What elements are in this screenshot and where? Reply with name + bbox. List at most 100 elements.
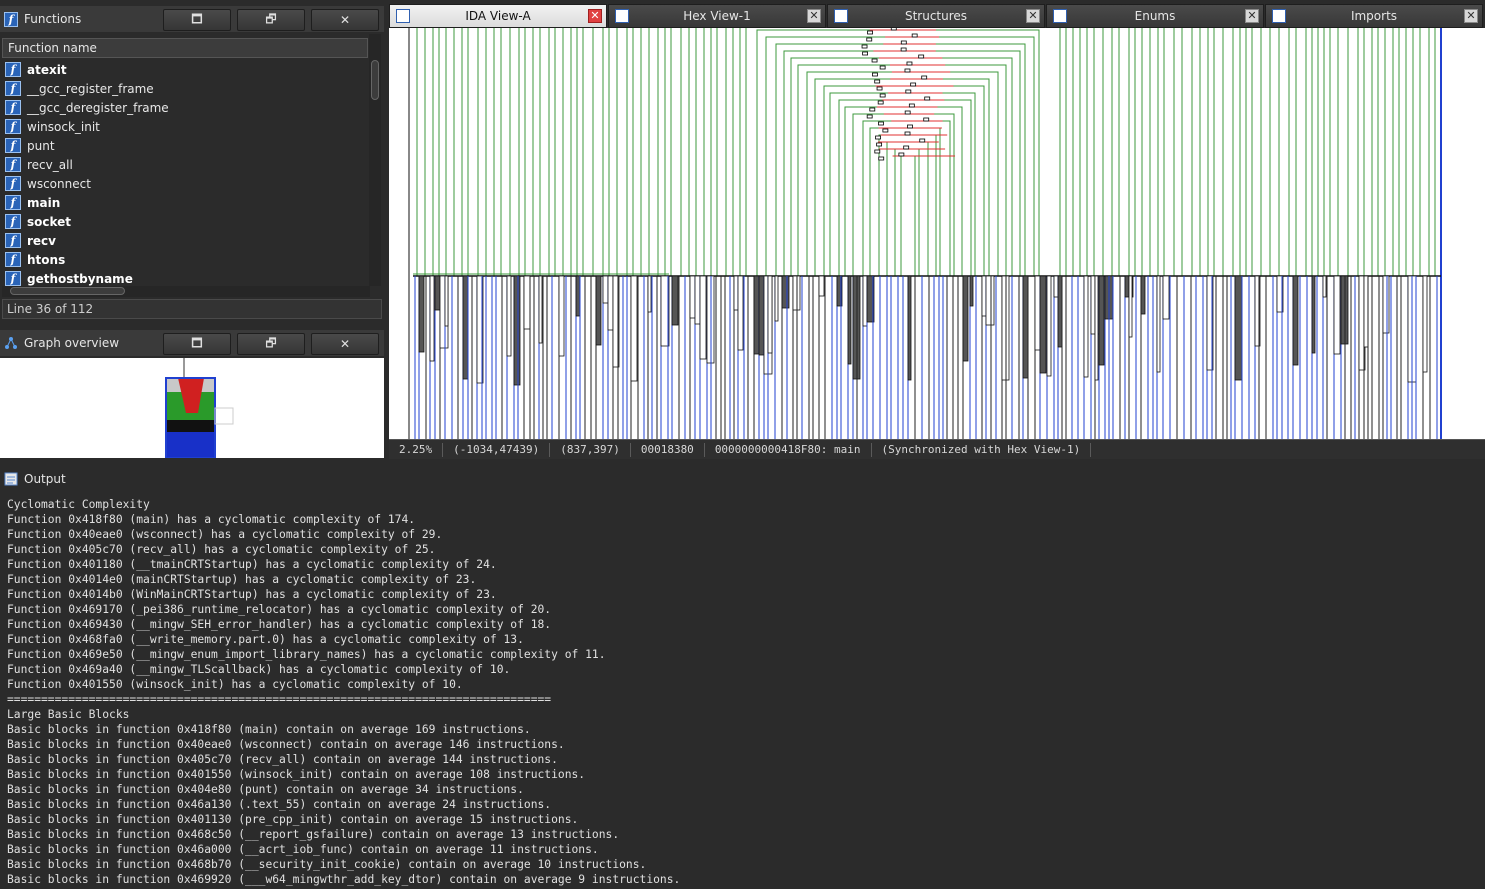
output-line: Function 0x401180 (__tmainCRTStartup) ha…: [7, 558, 497, 571]
tab-structures[interactable]: Structures ✕: [827, 4, 1045, 28]
tab-close-icon[interactable]: ✕: [1464, 9, 1478, 23]
function-name-column-header[interactable]: Function name: [2, 38, 368, 58]
output-line: Cyclomatic Complexity: [7, 498, 150, 511]
tab-close-icon[interactable]: ✕: [1026, 9, 1040, 23]
functions-title-bar: f Functions 🗖 🗗 ✕: [0, 6, 384, 32]
function-list-item[interactable]: f __gcc_register_frame: [2, 79, 368, 98]
graph-overview-icon: [4, 336, 18, 350]
tab-close-icon[interactable]: ✕: [1245, 9, 1259, 23]
output-window-icon: [4, 472, 18, 486]
function-icon: f: [5, 176, 21, 191]
function-name: punt: [27, 138, 55, 153]
tab-close-icon[interactable]: ✕: [588, 9, 602, 23]
output-line: Basic blocks in function 0x469920 (___w6…: [7, 873, 681, 886]
tab-ida-view-a[interactable]: IDA View-A ✕: [389, 4, 607, 28]
functions-list: f atexit f __gcc_register_frame f __gcc_dereg…: [2, 60, 368, 286]
current-address: 0000000000418F80: main: [705, 442, 872, 457]
function-list-item[interactable]: f htons: [2, 250, 368, 269]
functions-horizontal-scrollbar[interactable]: [2, 286, 370, 297]
function-list-item[interactable]: f recv: [2, 231, 368, 250]
tab-label: Enums: [1134, 9, 1176, 23]
scrollbar-thumb[interactable]: [371, 60, 379, 100]
function-icon: f: [5, 157, 21, 172]
function-icon: f: [5, 62, 21, 77]
graph-coordinates: (-1034,47439): [443, 442, 551, 457]
output-line: Function 0x468fa0 (__write_memory.part.0…: [7, 633, 524, 646]
function-name: __gcc_deregister_frame: [27, 100, 169, 115]
tab-label: Imports: [1350, 9, 1398, 23]
function-icon: f: [5, 195, 21, 210]
function-list-item[interactable]: f wsconnect: [2, 174, 368, 193]
output-line: Function 0x469170 (_pei386_runtime_reloc…: [7, 603, 552, 616]
graph-overview-title: Graph overview: [24, 336, 120, 350]
output-line: Function 0x469430 (__mingw_SEH_error_han…: [7, 618, 552, 631]
function-list-item[interactable]: f main: [2, 193, 368, 212]
function-icon: f: [5, 81, 21, 96]
tab-imports[interactable]: Imports ✕: [1265, 4, 1483, 28]
output-log[interactable]: Cyclomatic Complexity Function 0x418f80 (…: [7, 497, 680, 887]
graph-overview-canvas[interactable]: [0, 358, 384, 459]
output-line: Basic blocks in function 0x401130 (pre_c…: [7, 813, 579, 826]
output-title: Output: [24, 472, 66, 486]
output-line: Function 0x4014b0 (WinMainCRTStartup) ha…: [7, 588, 497, 601]
maximize-button[interactable]: 🗖: [163, 333, 231, 355]
function-list-item[interactable]: f socket: [2, 212, 368, 231]
output-line: Basic blocks in function 0x468b70 (__sec…: [7, 858, 647, 871]
function-graph: [408, 28, 1442, 439]
function-name: main: [27, 195, 61, 210]
tab-label: Structures: [904, 9, 968, 23]
view-tab-bar: IDA View-A ✕ Hex View-1 ✕ Structures ✕ Enums ✕ I…: [389, 4, 1485, 28]
output-title-bar: Output: [0, 466, 1485, 492]
output-line: Function 0x405c70 (recv_all) has a cyclo…: [7, 543, 436, 556]
scrollbar-thumb[interactable]: [10, 287, 125, 295]
ida-graph-view[interactable]: [389, 28, 1485, 439]
function-icon: f: [4, 11, 18, 27]
function-list-item[interactable]: f punt: [2, 136, 368, 155]
maximize-button[interactable]: 🗖: [163, 9, 231, 31]
function-name: gethostbyname: [27, 271, 133, 286]
function-name: htons: [27, 252, 66, 267]
zoom-level: 2.25%: [389, 442, 444, 457]
output-line: Basic blocks in function 0x46a130 (.text…: [7, 798, 552, 811]
output-line: Basic blocks in function 0x40eae0 (wscon…: [7, 738, 565, 751]
function-list-item[interactable]: f recv_all: [2, 155, 368, 174]
functions-title: Functions: [24, 12, 82, 26]
function-icon: f: [5, 119, 21, 134]
function-icon: f: [5, 252, 21, 267]
functions-status: Line 36 of 112: [2, 299, 382, 319]
function-list-item[interactable]: f winsock_init: [2, 117, 368, 136]
graph-overview-title-bar: Graph overview 🗖 🗗 ✕: [0, 330, 384, 356]
restore-button[interactable]: 🗗: [237, 9, 305, 31]
tab-label: Hex View-1: [683, 9, 751, 23]
function-list-item[interactable]: f gethostbyname: [2, 269, 368, 286]
function-name: recv: [27, 233, 56, 248]
function-name: socket: [27, 214, 72, 229]
restore-button[interactable]: 🗗: [237, 333, 305, 355]
tab-hex-view-1[interactable]: Hex View-1 ✕: [608, 4, 826, 28]
function-name: __gcc_register_frame: [27, 81, 154, 96]
output-line: Function 0x469e50 (__mingw_enum_import_l…: [7, 648, 606, 661]
file-offset: 00018380: [631, 442, 705, 457]
function-icon: f: [5, 138, 21, 153]
output-line: Basic blocks in function 0x404e80 (punt)…: [7, 783, 524, 796]
output-panel: Output Cyclomatic Complexity Function 0x4…: [0, 466, 1485, 889]
output-line: Basic blocks in function 0x405c70 (recv_…: [7, 753, 558, 766]
output-line: Basic blocks in function 0x46a000 (__acr…: [7, 843, 599, 856]
graph-overview-panel: Graph overview 🗖 🗗 ✕: [0, 330, 384, 459]
close-button[interactable]: ✕: [311, 9, 379, 31]
output-line: Function 0x469a40 (__mingw_TLScallback) …: [7, 663, 511, 676]
function-icon: f: [5, 271, 21, 286]
function-name: wsconnect: [27, 176, 91, 191]
tab-label: IDA View-A: [465, 9, 531, 23]
function-name: winsock_init: [27, 119, 100, 134]
function-icon: f: [5, 100, 21, 115]
output-line: Function 0x401550 (winsock_init) has a c…: [7, 678, 463, 691]
close-button[interactable]: ✕: [311, 333, 379, 355]
tab-enums[interactable]: Enums ✕: [1046, 4, 1264, 28]
functions-vertical-scrollbar[interactable]: [369, 34, 381, 286]
function-name: atexit: [27, 62, 67, 77]
output-line: Basic blocks in function 0x418f80 (main)…: [7, 723, 531, 736]
function-list-item[interactable]: f __gcc_deregister_frame: [2, 98, 368, 117]
tab-close-icon[interactable]: ✕: [807, 9, 821, 23]
function-list-item[interactable]: f atexit: [2, 60, 368, 79]
